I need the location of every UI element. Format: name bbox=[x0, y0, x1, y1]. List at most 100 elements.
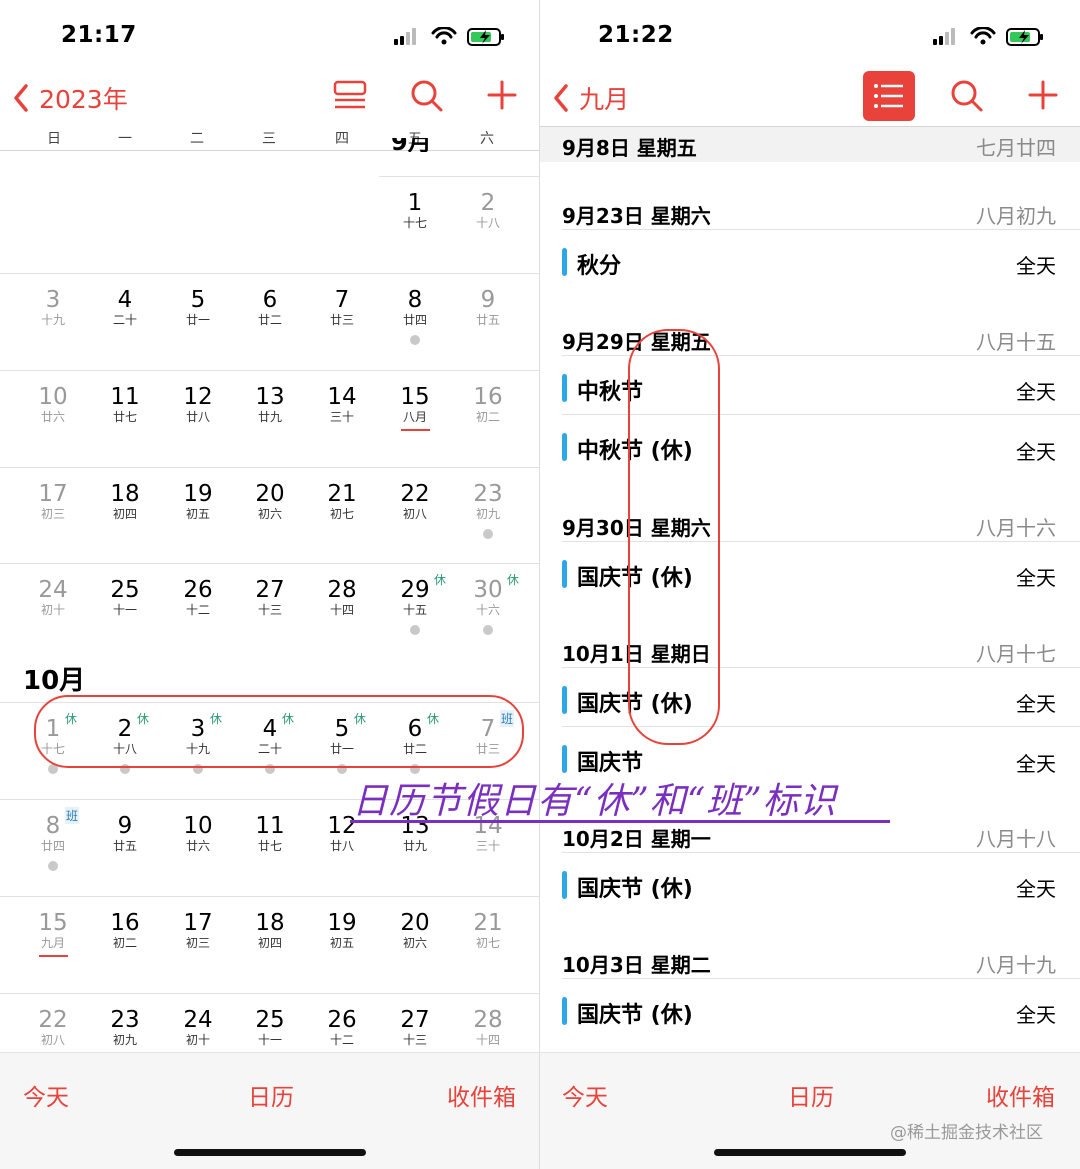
day-cell[interactable]: 28 十四 bbox=[306, 577, 378, 657]
lunar-date: 三十 bbox=[329, 410, 354, 424]
day-cell[interactable]: 1 十七 bbox=[379, 190, 451, 270]
back-label: 2023年 bbox=[39, 85, 128, 114]
signal-wifi-battery-icon bbox=[933, 26, 1043, 46]
lunar-date: 初四 bbox=[112, 507, 137, 521]
day-cell[interactable]: 25 十一 bbox=[89, 577, 161, 657]
weekday-sun: 日 bbox=[47, 131, 61, 147]
day-cell[interactable]: 14 三十 bbox=[306, 384, 378, 464]
day-number: 24 bbox=[183, 1007, 213, 1033]
day-cell[interactable]: 20 初六 bbox=[379, 910, 451, 990]
day-cell[interactable]: 22 初八 bbox=[379, 481, 451, 561]
tab-today[interactable]: 今天 bbox=[562, 1078, 608, 1112]
day-cell[interactable]: 10 廿六 bbox=[17, 384, 89, 464]
lunar-date: 十七 bbox=[402, 216, 427, 230]
day-cell[interactable]: 30 十六休 bbox=[452, 573, 524, 657]
day-cell[interactable]: 2 十八 bbox=[452, 190, 524, 270]
list-icon bbox=[874, 84, 903, 108]
event-title[interactable]: 国庆节 (休) bbox=[577, 871, 693, 903]
day-cell[interactable]: 8 廿四班 bbox=[17, 807, 89, 893]
tab-inbox[interactable]: 收件箱 bbox=[986, 1078, 1055, 1112]
tab-inbox[interactable]: 收件箱 bbox=[447, 1078, 516, 1112]
day-number: 14 bbox=[327, 384, 357, 410]
day-cell[interactable]: 26 十二 bbox=[162, 577, 234, 657]
day-number: 5 bbox=[190, 287, 206, 313]
day-cell[interactable]: 14 三十 bbox=[452, 813, 524, 893]
lunar-date: 初五 bbox=[329, 936, 354, 950]
day-cell[interactable]: 6 廿二 bbox=[234, 287, 306, 367]
lunar-date: 廿六 bbox=[185, 839, 210, 853]
day-number: 9 bbox=[480, 287, 496, 313]
day-cell[interactable]: 11 廿七 bbox=[234, 813, 306, 893]
day-number: 19 bbox=[327, 910, 357, 936]
day-cell[interactable]: 9 廿五 bbox=[452, 287, 524, 367]
lunar-date: 初七 bbox=[475, 936, 500, 950]
month-start-underline bbox=[401, 429, 430, 431]
event-time: 全天 bbox=[1016, 254, 1056, 278]
day-cell[interactable]: 13 廿九 bbox=[379, 813, 451, 893]
day-number: 15 bbox=[400, 384, 430, 410]
day-number: 22 bbox=[38, 1007, 68, 1033]
day-cell[interactable]: 3 十九 bbox=[17, 287, 89, 367]
day-cell[interactable]: 19 初五 bbox=[162, 481, 234, 561]
day-number: 26 bbox=[327, 1007, 357, 1033]
add-event-button[interactable] bbox=[1028, 80, 1058, 114]
search-icon bbox=[951, 80, 983, 112]
day-cell[interactable]: 8 廿四 bbox=[379, 287, 451, 367]
day-cell[interactable]: 10 廿六 bbox=[162, 813, 234, 893]
back-button[interactable]: 2023年 bbox=[12, 80, 128, 116]
event-color-bar bbox=[562, 997, 567, 1025]
tab-today[interactable]: 今天 bbox=[23, 1078, 69, 1112]
lunar-date: 廿二 bbox=[257, 313, 282, 327]
add-event-button[interactable] bbox=[487, 80, 517, 114]
day-cell[interactable]: 19 初五 bbox=[306, 910, 378, 990]
day-number: 26 bbox=[183, 577, 213, 603]
day-cell[interactable]: 12 廿八 bbox=[306, 813, 378, 893]
event-title[interactable]: 国庆节 (休) bbox=[577, 997, 693, 1029]
lunar-date: 廿九 bbox=[402, 839, 427, 853]
event-time: 全天 bbox=[1016, 440, 1056, 464]
list-view-button-active[interactable] bbox=[863, 71, 915, 121]
day-cell[interactable]: 21 初七 bbox=[452, 910, 524, 990]
day-cell[interactable]: 29 十五休 bbox=[379, 573, 451, 657]
day-cell[interactable]: 15 九月 bbox=[17, 910, 89, 990]
day-cell[interactable]: 15 八月 bbox=[379, 384, 451, 464]
tab-calendars[interactable]: 日历 bbox=[788, 1078, 834, 1112]
day-cell[interactable]: 16 初二 bbox=[89, 910, 161, 990]
day-number: 13 bbox=[255, 384, 285, 410]
lunar-date: 十三 bbox=[402, 1033, 427, 1047]
header-divider bbox=[0, 150, 539, 151]
back-button[interactable]: 九月 bbox=[552, 80, 629, 116]
status-time: 21:22 bbox=[598, 22, 674, 48]
day-cell[interactable]: 13 廿九 bbox=[234, 384, 306, 464]
day-number: 12 bbox=[183, 384, 213, 410]
day-cell[interactable]: 5 廿一 bbox=[162, 287, 234, 367]
search-button[interactable] bbox=[950, 79, 984, 117]
day-cell[interactable]: 11 廿七 bbox=[89, 384, 161, 464]
day-number: 23 bbox=[110, 1007, 140, 1033]
home-indicator bbox=[174, 1149, 366, 1156]
search-button[interactable] bbox=[410, 79, 444, 117]
list-view-button[interactable] bbox=[333, 80, 367, 116]
day-cell[interactable]: 21 初七 bbox=[306, 481, 378, 561]
day-cell[interactable]: 16 初二 bbox=[452, 384, 524, 464]
lunar-date: 廿一 bbox=[185, 313, 210, 327]
section-date: 9月23日 星期六 bbox=[562, 204, 711, 228]
day-cell[interactable]: 12 廿八 bbox=[162, 384, 234, 464]
day-cell[interactable]: 27 十三 bbox=[234, 577, 306, 657]
day-cell[interactable]: 17 初三 bbox=[17, 481, 89, 561]
day-cell[interactable]: 9 廿五 bbox=[89, 813, 161, 893]
tab-calendars[interactable]: 日历 bbox=[248, 1078, 294, 1112]
day-cell[interactable]: 23 初九 bbox=[452, 481, 524, 561]
day-cell[interactable]: 24 初十 bbox=[17, 577, 89, 657]
event-title[interactable]: 秋分 bbox=[577, 248, 621, 280]
day-cell[interactable]: 18 初四 bbox=[89, 481, 161, 561]
lunar-date: 廿六 bbox=[40, 410, 65, 424]
day-cell[interactable]: 18 初四 bbox=[234, 910, 306, 990]
day-cell[interactable]: 7 廿三 bbox=[306, 287, 378, 367]
day-number: 3 bbox=[45, 287, 61, 313]
day-cell[interactable]: 4 二十 bbox=[89, 287, 161, 367]
lunar-date: 初十 bbox=[185, 1033, 210, 1047]
day-cell[interactable]: 17 初三 bbox=[162, 910, 234, 990]
lunar-date: 初五 bbox=[185, 507, 210, 521]
day-cell[interactable]: 20 初六 bbox=[234, 481, 306, 561]
